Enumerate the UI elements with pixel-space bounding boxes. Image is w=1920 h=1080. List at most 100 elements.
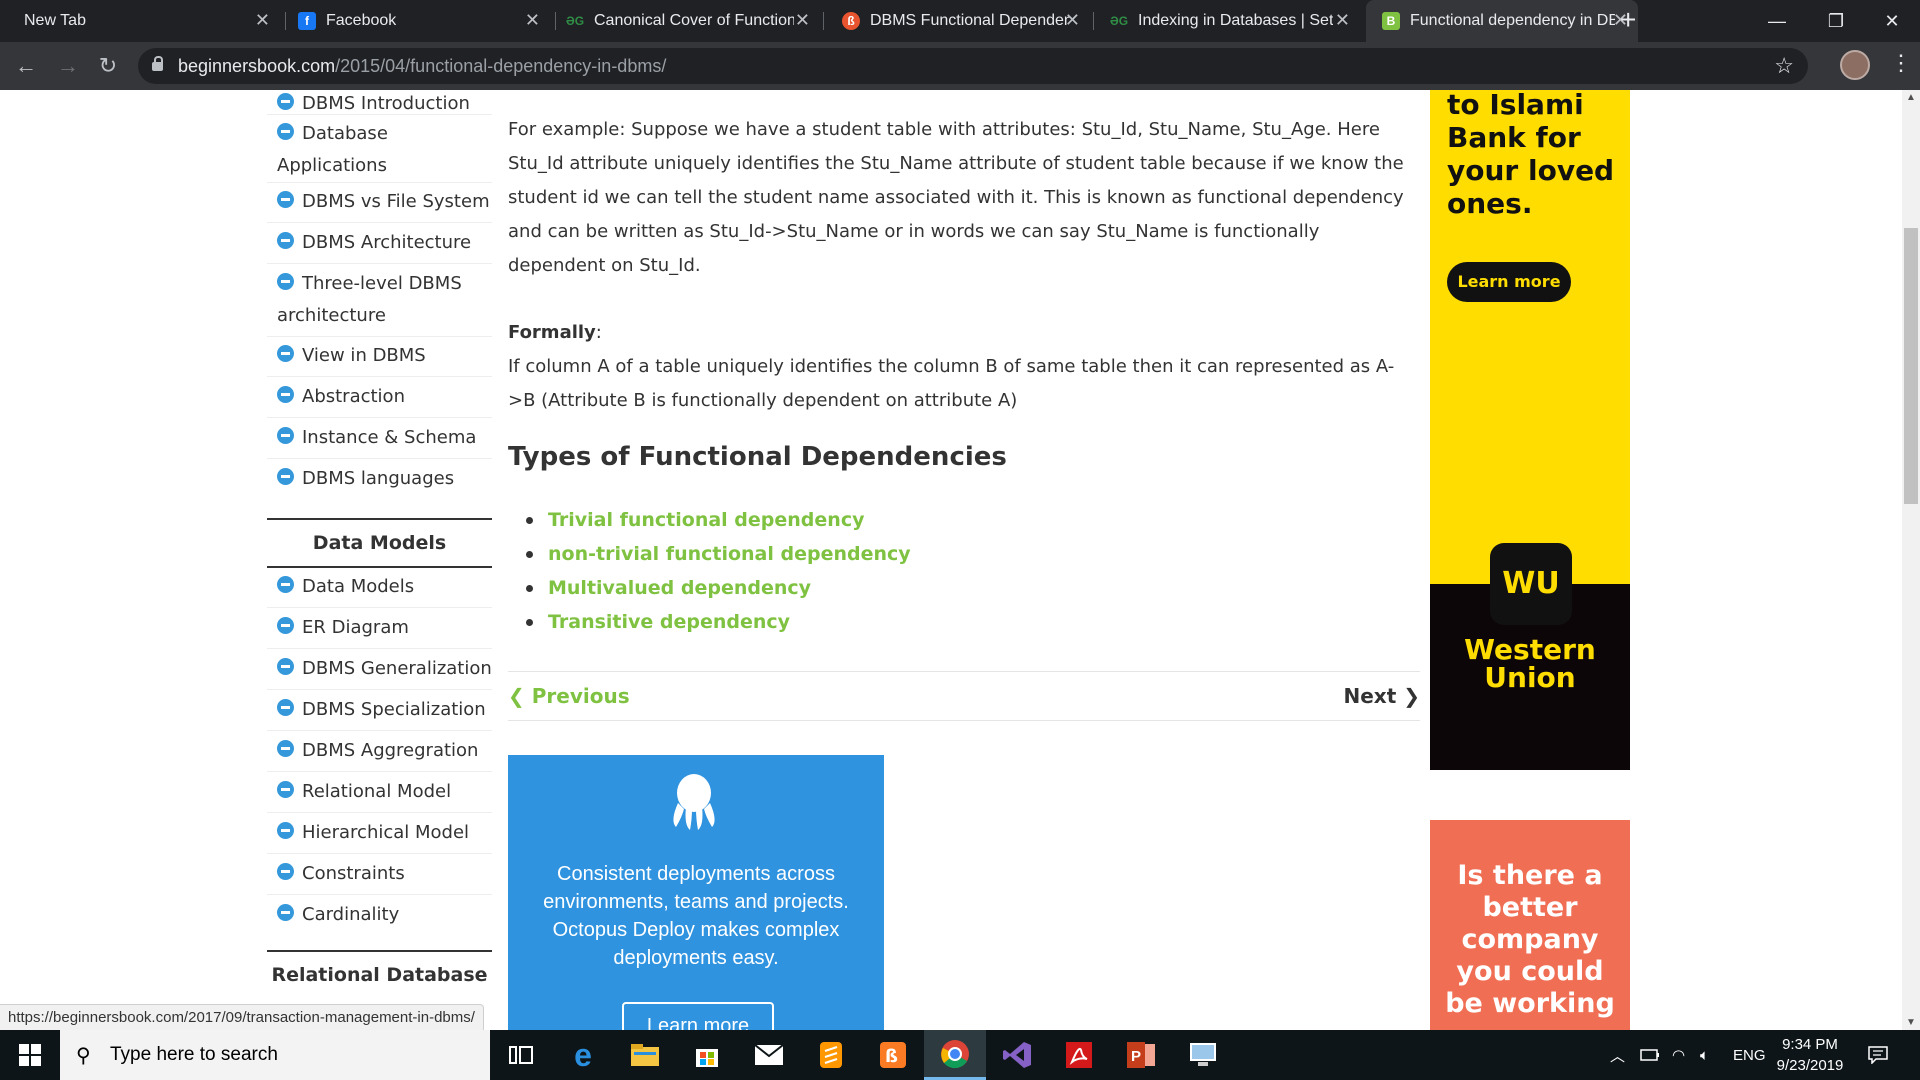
sidebar-item-dbms-vs-file-system[interactable]: DBMS vs File System [267,186,492,223]
tab-dbms-functional-dependency[interactable]: ß DBMS Functional Dependenc ✕ [828,0,1090,42]
sidebar-heading-data-models: Data Models [267,518,492,568]
tab-functional-dependency-active[interactable]: B Functional dependency in DB ✕ [1366,0,1638,42]
visual-studio-icon[interactable] [986,1030,1048,1080]
arrow-bullet-icon [277,781,294,798]
tab-title: Functional dependency in DB [1410,12,1615,29]
language-indicator[interactable]: ENG [1733,1030,1766,1080]
post-navigation: ❮ Previous Next ❯ [508,671,1420,721]
octopus-learn-more-button[interactable]: Learn more [622,1002,774,1030]
page-viewport: DBMS Introduction Database Applications D… [0,90,1902,1030]
scroll-down-arrow-icon[interactable]: ▼ [1906,1017,1916,1028]
chrome-icon[interactable] [924,1030,986,1080]
close-icon[interactable]: ✕ [1335,10,1350,31]
link-non-trivial-dependency[interactable]: non-trivial functional dependency [526,537,911,571]
previous-link[interactable]: ❮ Previous [508,684,630,708]
microsoft-store-icon[interactable] [676,1030,738,1080]
taskbar-search-box[interactable]: ⚲ Type here to search [60,1030,490,1080]
sidebar-item-data-models[interactable]: Data Models [267,571,492,608]
sublime-text-icon[interactable] [800,1030,862,1080]
sidebar-item-relational-model[interactable]: Relational Model [267,776,492,813]
sidebar-item-dbms-introduction[interactable]: DBMS Introduction [267,90,492,115]
arrow-bullet-icon [277,863,294,880]
wifi-icon[interactable]: ◠ [1672,1030,1685,1080]
sidebar-item-cardinality[interactable]: Cardinality [267,899,492,935]
sidebar-item-er-diagram[interactable]: ER Diagram [267,612,492,649]
arrow-bullet-icon [277,822,294,839]
file-explorer-icon[interactable] [614,1030,676,1080]
scroll-up-arrow-icon[interactable]: ▲ [1906,92,1916,103]
arrow-bullet-icon [277,123,294,140]
profile-avatar[interactable] [1840,50,1870,80]
formally-label: Formally [508,322,596,343]
sidebar-item-dbms-languages[interactable]: DBMS languages [267,463,492,499]
job-ad[interactable]: Is there a better company you could be w… [1430,820,1630,1030]
octopus-deploy-ad[interactable]: Consistent deployments across environmen… [508,755,884,1030]
acrobat-reader-icon[interactable] [1048,1030,1110,1080]
chevron-left-icon: ❮ [508,684,532,708]
minimize-button[interactable]: — [1747,0,1807,42]
sidebar-item-three-level-architecture[interactable]: Three-level DBMS architecture [267,268,492,337]
link-transitive-dependency[interactable]: Transitive dependency [526,605,911,639]
close-icon[interactable]: ✕ [255,10,270,31]
mail-icon[interactable] [738,1030,800,1080]
volume-icon[interactable]: 🔈︎ [1700,1030,1709,1080]
close-window-button[interactable]: ✕ [1862,0,1920,42]
task-view-icon[interactable] [490,1030,552,1080]
status-bar-url: https://beginnersbook.com/2017/09/transa… [0,1004,484,1032]
wu-learn-more-button[interactable]: Learn more [1447,262,1571,302]
wu-logo-badge: WU [1490,543,1572,625]
sidebar-item-view-in-dbms[interactable]: View in DBMS [267,340,492,377]
arrow-bullet-icon [277,740,294,757]
sidebar-item-dbms-architecture[interactable]: DBMS Architecture [267,227,492,264]
windows-start-button[interactable] [0,1030,60,1080]
scrollbar-thumb[interactable] [1904,228,1918,504]
menu-dots-icon[interactable]: ⋮ [1890,50,1912,76]
tab-new-tab[interactable]: New Tab ✕ [10,0,280,42]
arrow-bullet-icon [277,658,294,675]
sidebar: DBMS Introduction Database Applications D… [267,90,492,1030]
new-tab-button[interactable]: + [1620,4,1636,36]
bookmark-star-icon[interactable]: ☆ [1774,53,1794,79]
tab-facebook[interactable]: f Facebook ✕ [290,0,550,42]
sidebar-item-dbms-aggregration[interactable]: DBMS Aggregration [267,735,492,772]
remote-desktop-icon[interactable] [1172,1030,1234,1080]
back-button[interactable]: ← [10,50,42,82]
page-scrollbar[interactable]: ▲ ▼ [1902,90,1920,1030]
browser-toolbar: ← → ↻ beginnersbook.com/2015/04/function… [0,42,1920,90]
arrow-bullet-icon [277,904,294,921]
close-icon[interactable]: ✕ [795,10,810,31]
sidebar-item-database-applications[interactable]: Database Applications [267,118,492,183]
xampp-icon[interactable]: ß [862,1030,924,1080]
restore-button[interactable]: ❐ [1806,0,1866,42]
sidebar-item-hierarchical-model[interactable]: Hierarchical Model [267,817,492,854]
forward-button[interactable]: → [52,50,84,82]
edge-browser-icon[interactable]: e [552,1030,614,1080]
link-trivial-dependency[interactable]: Trivial functional dependency [526,503,911,537]
reload-button[interactable]: ↻ [92,50,124,82]
powerpoint-icon[interactable]: P [1110,1030,1172,1080]
next-link[interactable]: Next ❯ [1344,684,1421,708]
tab-title: DBMS Functional Dependenc [870,12,1070,29]
tab-title: Indexing in Databases | Set 1 [1138,12,1333,29]
arrow-bullet-icon [277,191,294,208]
sidebar-item-abstraction[interactable]: Abstraction [267,381,492,418]
octopus-ad-text: Consistent deployments across environmen… [543,863,849,969]
wu-brand-name: Western Union [1464,633,1596,694]
close-icon[interactable]: ✕ [525,10,540,31]
address-bar[interactable]: beginnersbook.com/2015/04/functional-dep… [138,48,1808,84]
western-union-ad[interactable]: to Islami Bank for your loved ones. Lear… [1430,90,1630,770]
sidebar-item-dbms-specialization[interactable]: DBMS Specialization [267,694,492,731]
link-multivalued-dependency[interactable]: Multivalued dependency [526,571,911,605]
close-icon[interactable]: ✕ [1065,10,1080,31]
battery-icon[interactable] [1640,1030,1660,1080]
formal-definition-paragraph: If column A of a table uniquely identifi… [508,356,1395,411]
action-center-icon[interactable] [1868,1030,1888,1080]
sidebar-item-instance-schema[interactable]: Instance & Schema [267,422,492,459]
tab-canonical-cover[interactable]: ƏG Canonical Cover of Functiona ✕ [558,0,820,42]
geeksforgeeks-icon: ƏG [1109,14,1129,28]
sidebar-item-dbms-generalization[interactable]: DBMS Generalization [267,653,492,690]
clock[interactable]: 9:34 PM 9/23/2019 [1772,1034,1848,1076]
tab-indexing-in-databases[interactable]: ƏG Indexing in Databases | Set 1 ✕ [1098,0,1360,42]
show-hidden-icons[interactable]: ︿ [1610,1030,1625,1080]
sidebar-item-constraints[interactable]: Constraints [267,858,492,895]
